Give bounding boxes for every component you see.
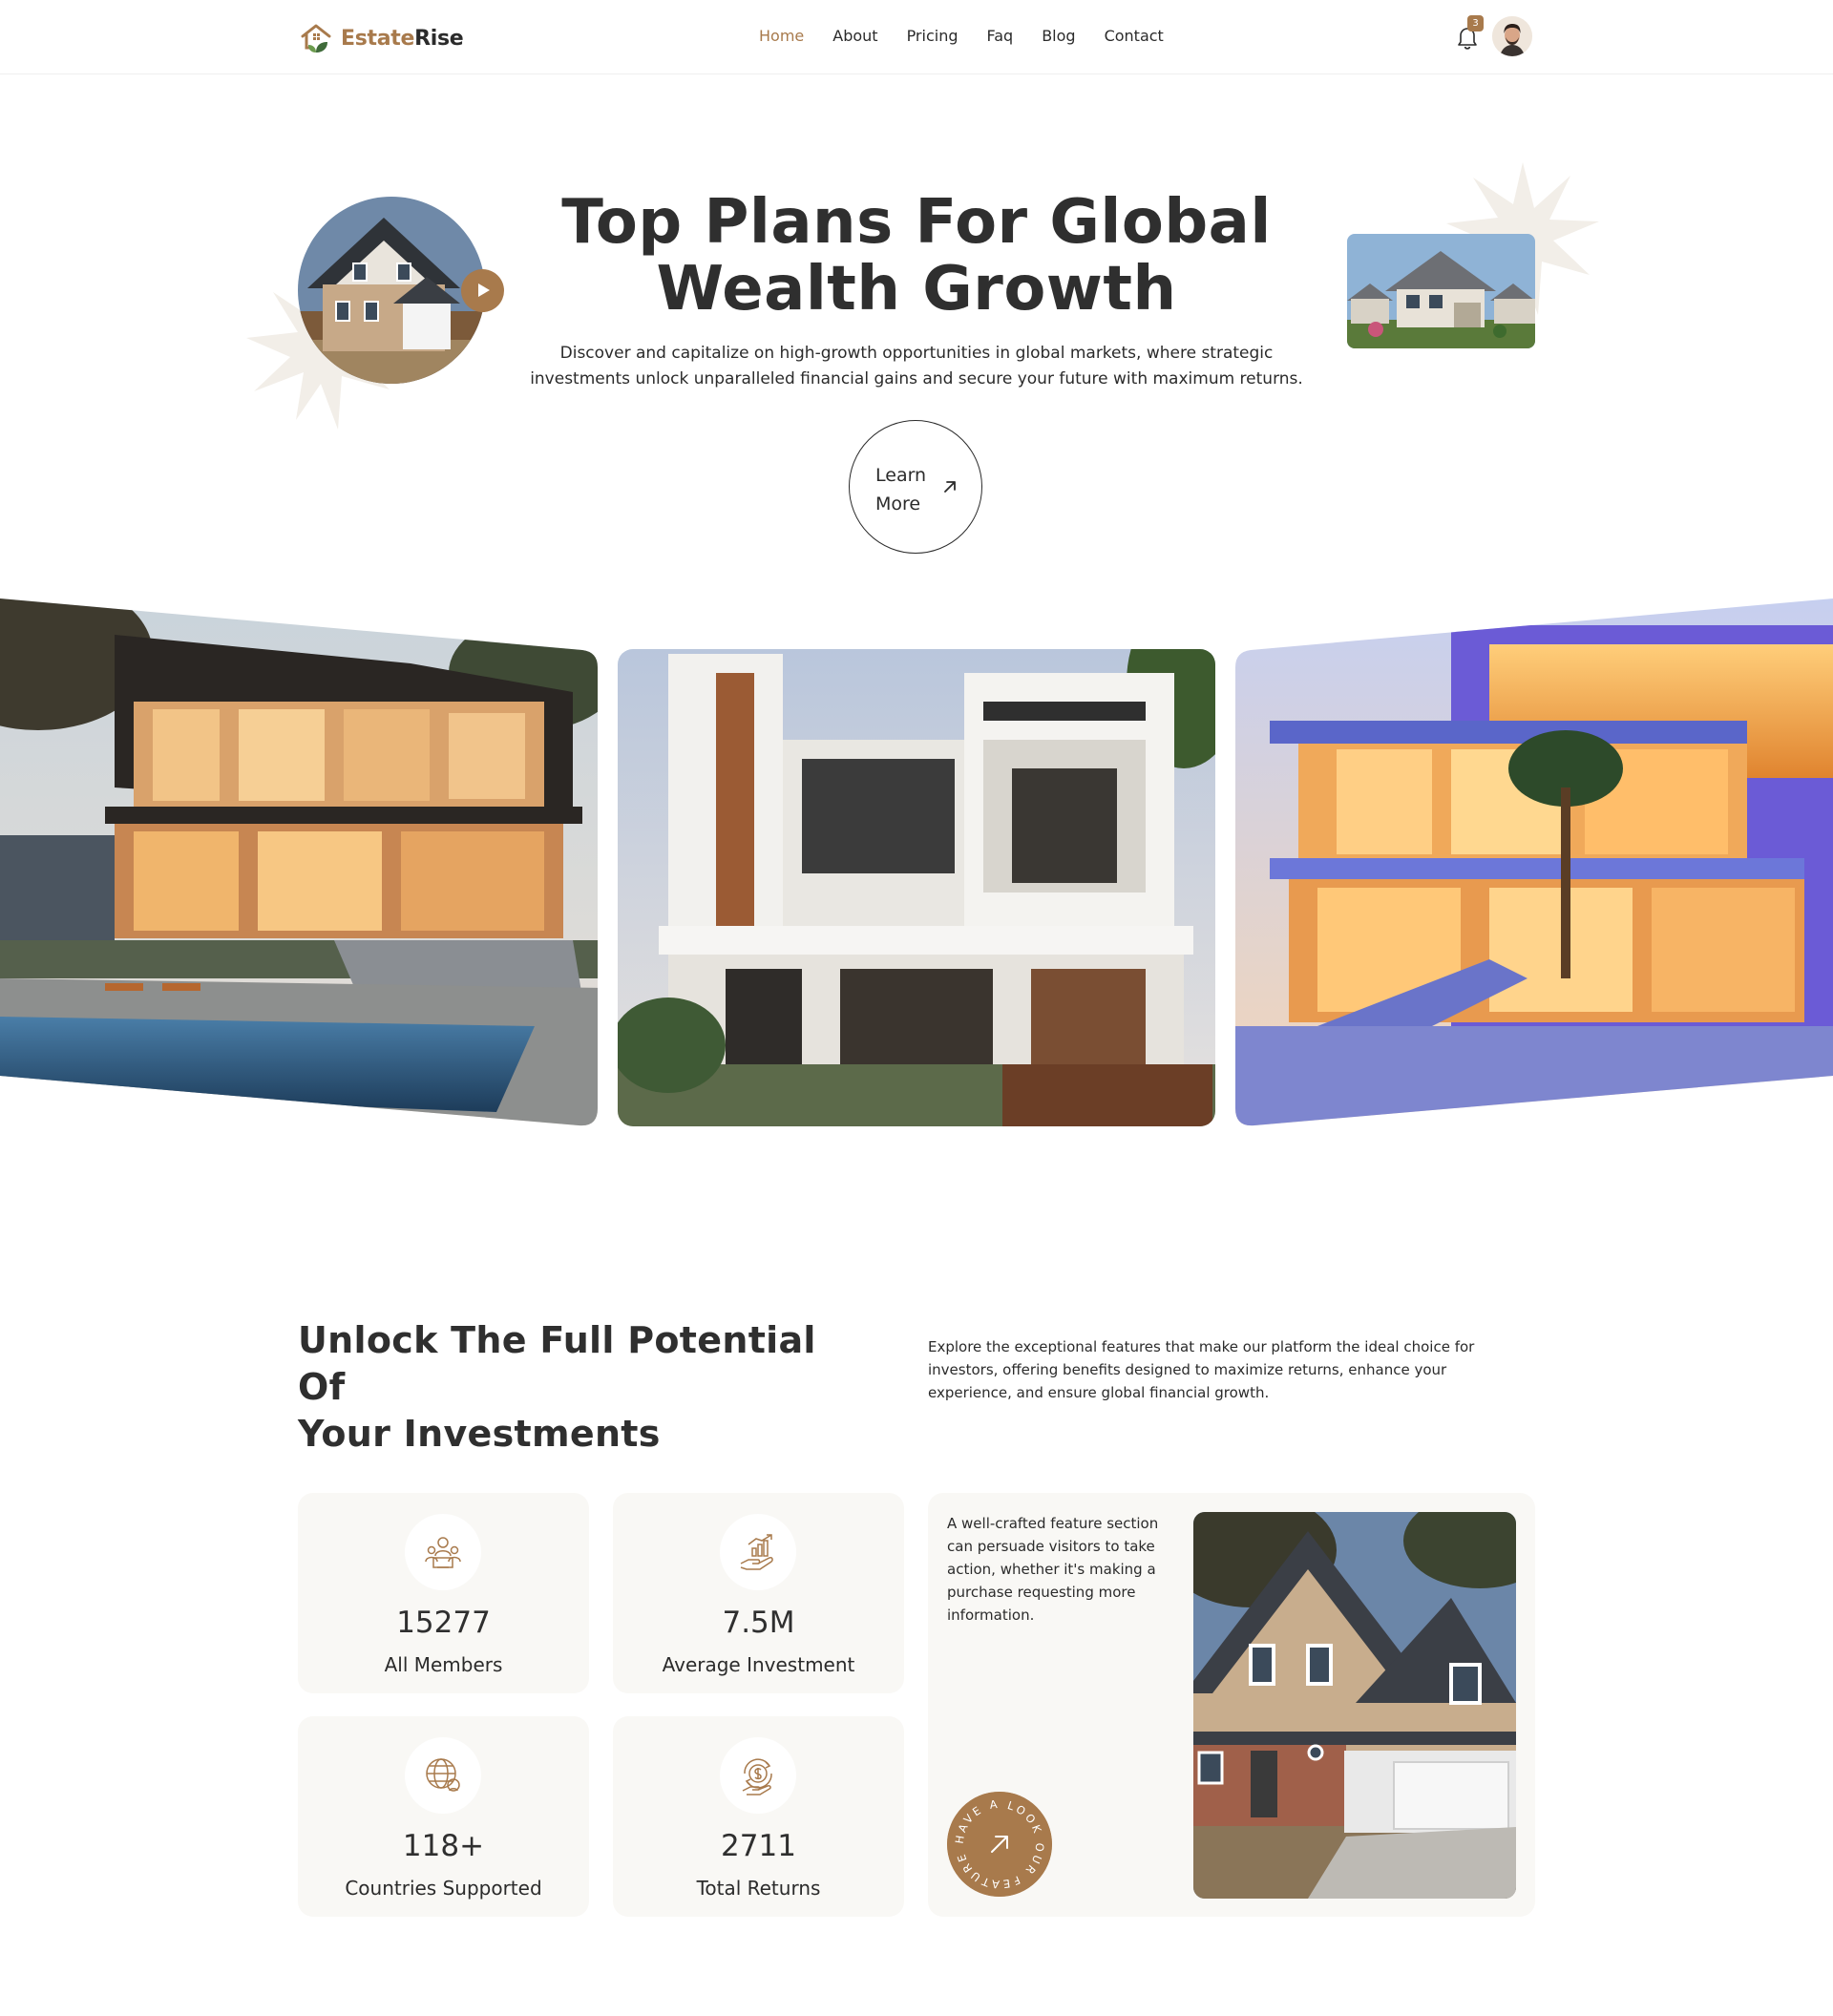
brand-logo[interactable]: EstateRise	[299, 19, 464, 57]
hero-house-circle-image	[298, 197, 485, 384]
stat-card-countries: 118+ Countries Supported	[298, 1716, 589, 1917]
hero-title-line-1: Top Plans For Global	[561, 187, 1272, 258]
main-menu: Home About Pricing Faq Blog Contact	[759, 27, 1192, 45]
hero-title-line-2: Wealth Growth	[656, 254, 1177, 325]
nav-pricing[interactable]: Pricing	[907, 27, 959, 45]
arrow-up-right-icon	[944, 481, 956, 493]
stat-card-returns: 2711 Total Returns	[613, 1716, 904, 1917]
feature-promo-card: A well-crafted feature section can persu…	[928, 1493, 1535, 1917]
gallery-image-white-villa	[618, 649, 1215, 1126]
stat-icon-circle	[405, 1737, 481, 1814]
learn-more-label-line-1: Learn	[875, 465, 927, 486]
investment-icon	[740, 1534, 773, 1570]
features-description: Explore the exceptional features that ma…	[928, 1338, 1475, 1401]
stat-value: 2711	[721, 1829, 796, 1863]
learn-more-button[interactable]: Learn More	[849, 420, 982, 554]
globe-icon	[426, 1758, 460, 1792]
stat-card-average-investment: 7.5M Average Investment	[613, 1493, 904, 1693]
features-title-line-1: Unlock The Full Potential Of	[298, 1319, 816, 1408]
nav-blog[interactable]: Blog	[1042, 27, 1075, 45]
stat-label: Total Returns	[696, 1877, 821, 1900]
learn-more-label: Learn More	[875, 461, 942, 518]
stat-icon-circle	[405, 1514, 481, 1590]
stat-label: Countries Supported	[345, 1877, 542, 1900]
stat-value: 7.5M	[722, 1606, 795, 1640]
top-navbar: EstateRise Home About Pricing Faq Blog C…	[0, 0, 1833, 74]
notification-badge: 3	[1467, 15, 1484, 32]
stat-label: All Members	[384, 1653, 503, 1676]
nav-contact[interactable]: Contact	[1105, 27, 1164, 45]
stat-label: Average Investment	[662, 1653, 855, 1676]
property-gallery	[0, 598, 1833, 1126]
promo-house-image	[1193, 1512, 1516, 1899]
hero-description: Discover and capitalize on high-growth o…	[530, 344, 1303, 388]
avatar-portrait-icon	[1492, 16, 1532, 56]
gallery-image-pool-villa	[0, 598, 598, 1126]
stat-icon-circle	[720, 1737, 796, 1814]
gallery-image-purple-villa	[1235, 598, 1833, 1126]
nav-home[interactable]: Home	[759, 27, 804, 45]
learn-more-label-line-2: More	[875, 494, 921, 514]
features-title-line-2: Your Investments	[298, 1413, 661, 1455]
stat-value: 15277	[396, 1606, 491, 1640]
user-avatar[interactable]	[1492, 16, 1532, 56]
hero-house-thumbnail	[1347, 234, 1535, 348]
stat-card-members: 15277 All Members	[298, 1493, 589, 1693]
hero-title: Top Plans For Global Wealth Growth	[535, 189, 1298, 323]
play-video-button[interactable]	[461, 269, 504, 312]
have-a-look-badge-button[interactable]: HAVE A LOOK OUR FEATURE	[947, 1792, 1052, 1897]
promo-text: A well-crafted feature section can persu…	[947, 1515, 1159, 1624]
nav-about[interactable]: About	[832, 27, 877, 45]
members-icon	[425, 1537, 461, 1568]
stat-value: 118+	[402, 1829, 485, 1863]
brand-name: EstateRise	[341, 26, 464, 51]
returns-icon	[742, 1758, 772, 1796]
features-title: Unlock The Full Potential Of Your Invest…	[298, 1317, 832, 1458]
house-leaf-logo-icon	[301, 24, 331, 52]
stat-icon-circle	[720, 1514, 796, 1590]
nav-faq[interactable]: Faq	[987, 27, 1014, 45]
